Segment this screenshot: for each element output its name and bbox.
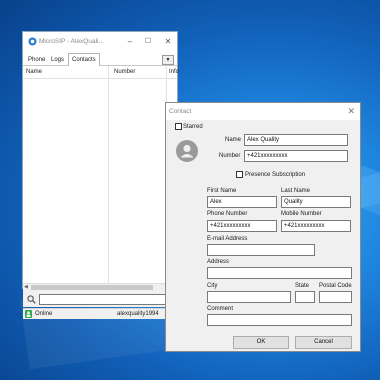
dialog-title-bar[interactable]: Contact ✕ — [166, 103, 360, 120]
address-label: Address — [207, 259, 230, 265]
status-bar: Online alexquality1994 — [23, 308, 177, 319]
contact-dialog: Contact ✕ Starred Name Alex Quality Numb… — [165, 102, 361, 352]
name-field[interactable]: Alex Quality — [244, 134, 348, 146]
ok-button[interactable]: OK — [233, 336, 289, 349]
main-tabs: Phone Logs Contacts ▼ — [23, 53, 177, 66]
starred-label: Starred — [183, 124, 203, 130]
chevron-down-icon[interactable]: ▼ — [162, 55, 174, 65]
online-status-icon[interactable] — [25, 310, 32, 318]
address-field[interactable] — [207, 267, 352, 279]
maximize-icon[interactable]: ☐ — [141, 36, 155, 48]
column-info[interactable]: Info — [169, 69, 179, 75]
search-row — [23, 292, 177, 307]
number-field[interactable]: +421xxxxxxxxx — [244, 150, 348, 162]
avatar-icon — [176, 140, 198, 162]
last-name-label: Last Name — [281, 188, 311, 194]
city-label: City — [207, 283, 218, 289]
email-label: E-mail Address — [207, 236, 248, 242]
contacts-column-header: Name Number Info — [23, 66, 179, 79]
first-name-label: First Name — [207, 188, 237, 194]
mobile-number-label: Mobile Number — [281, 211, 322, 217]
email-field[interactable] — [207, 244, 315, 256]
column-name[interactable]: Name — [26, 69, 42, 75]
scrollbar-thumb[interactable] — [31, 285, 153, 290]
tab-logs[interactable]: Logs — [48, 55, 67, 65]
tab-phone[interactable]: Phone — [25, 55, 48, 65]
number-label: Number — [219, 153, 241, 159]
column-number[interactable]: Number — [114, 69, 135, 75]
comment-field[interactable] — [207, 314, 352, 326]
presence-subscription-checkbox[interactable] — [236, 171, 243, 178]
account-name[interactable]: alexquality1994 — [117, 311, 159, 317]
postal-code-label: Postal Code — [319, 283, 352, 289]
status-text[interactable]: Online — [35, 311, 52, 317]
city-field[interactable] — [207, 291, 291, 303]
column-divider — [108, 66, 109, 283]
close-icon[interactable]: ✕ — [161, 36, 175, 48]
phone-number-label: Phone Number — [207, 211, 248, 217]
state-field[interactable] — [295, 291, 315, 303]
search-icon — [27, 295, 36, 304]
last-name-field[interactable]: Quality — [281, 196, 351, 208]
tab-contacts[interactable]: Contacts — [68, 53, 100, 66]
starred-checkbox[interactable] — [175, 123, 182, 130]
comment-label: Comment — [207, 306, 234, 312]
cancel-button[interactable]: Cancel — [295, 336, 352, 349]
close-icon[interactable]: ✕ — [347, 106, 355, 117]
minimize-icon[interactable]: – — [123, 36, 137, 48]
microsip-main-window: MicroSIP - AlexQuali... – ☐ ✕ Phone Logs… — [22, 31, 179, 319]
state-label: State — [295, 283, 310, 289]
phone-number-field[interactable]: +421xxxxxxxxx — [207, 220, 277, 232]
main-window-title: MicroSIP - AlexQuali... — [39, 38, 104, 45]
presence-subscription-label: Presence Subscription — [245, 172, 306, 178]
dialog-title: Contact — [169, 108, 192, 115]
mobile-number-field[interactable]: +421xxxxxxxxx — [281, 220, 351, 232]
main-title-bar[interactable]: MicroSIP - AlexQuali... – ☐ ✕ — [23, 32, 177, 52]
postal-code-field[interactable] — [319, 291, 352, 303]
first-name-field[interactable]: Alex — [207, 196, 277, 208]
name-label: Name — [225, 137, 242, 143]
search-input[interactable] — [39, 294, 174, 305]
scroll-left-icon[interactable]: ◀ — [24, 284, 28, 290]
horizontal-scrollbar[interactable]: ◀ — [23, 283, 177, 292]
microsip-app-icon — [28, 37, 37, 46]
